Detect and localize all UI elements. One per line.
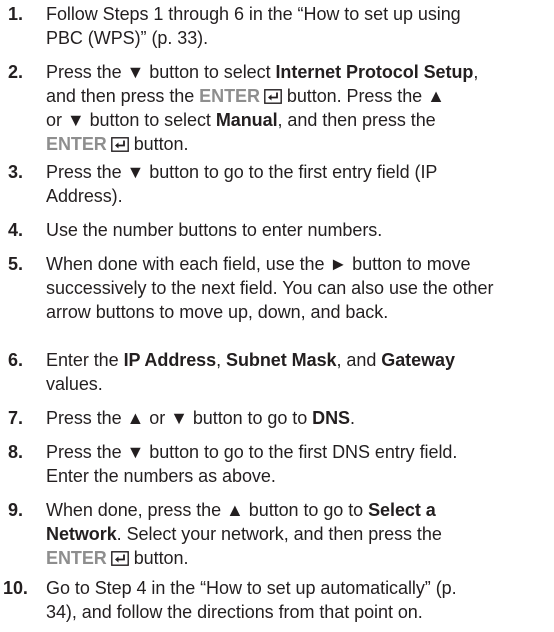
step-text: Use the number buttons to enter numbers. bbox=[46, 218, 548, 242]
step-item: 2. Press the ▼ button to select Internet… bbox=[0, 60, 548, 156]
text-run: . bbox=[349, 408, 355, 428]
step-item: 6. Enter the IP Address, Subnet Mask, an… bbox=[0, 348, 548, 396]
step-text: Press the ▼ button to go to the first en… bbox=[46, 160, 548, 208]
step-text-line: ENTER button. bbox=[46, 546, 548, 570]
enter-key-label: ENTER bbox=[199, 86, 260, 106]
step-item: 1. Follow Steps 1 through 6 in the “How … bbox=[0, 2, 548, 50]
step-text-line: Press the ▼ button to go to the first DN… bbox=[46, 440, 548, 464]
step-number: 4. bbox=[8, 220, 23, 240]
step-number: 10. bbox=[3, 578, 28, 598]
text-run: values. bbox=[46, 374, 103, 394]
step-text-line: arrow buttons to move up, down, and back… bbox=[46, 300, 548, 324]
step-text-line: When done, press the ▲ button to go to S… bbox=[46, 498, 548, 522]
text-run: Press the ▼ button to go to the first en… bbox=[46, 162, 438, 182]
text-run: Follow Steps 1 through 6 in the “How to … bbox=[46, 4, 461, 24]
bold-term: Select a bbox=[368, 500, 436, 520]
enter-key-icon bbox=[110, 137, 129, 152]
text-run: , bbox=[216, 350, 227, 370]
step-text-line: values. bbox=[46, 372, 548, 396]
enter-key-label: ENTER bbox=[46, 548, 107, 568]
step-item: 4. Use the number buttons to enter numbe… bbox=[0, 218, 548, 242]
text-run: Go to Step 4 in the “How to set up autom… bbox=[46, 578, 457, 598]
step-text-line: and then press the ENTER button. Press t… bbox=[46, 84, 548, 108]
bold-term: Subnet Mask bbox=[226, 350, 337, 370]
bold-term: DNS bbox=[312, 408, 350, 428]
text-run: Enter the numbers as above. bbox=[46, 466, 276, 486]
text-run: 34), and follow the directions from that… bbox=[46, 602, 423, 622]
text-run: . Select your network, and then press th… bbox=[116, 524, 442, 544]
step-text-line: When done with each field, use the ► but… bbox=[46, 252, 548, 276]
step-item: 10. Go to Step 4 in the “How to set up a… bbox=[0, 576, 548, 624]
step-text-line: Enter the numbers as above. bbox=[46, 464, 548, 488]
step-text: Go to Step 4 in the “How to set up autom… bbox=[46, 576, 548, 624]
step-item: 8. Press the ▼ button to go to the first… bbox=[0, 440, 548, 488]
step-text-line: Press the ▼ button to select Internet Pr… bbox=[46, 60, 548, 84]
step-text: Press the ▼ button to select Internet Pr… bbox=[46, 60, 548, 156]
step-text-line: Network. Select your network, and then p… bbox=[46, 522, 548, 546]
text-run: , and bbox=[336, 350, 382, 370]
step-text-line: Use the number buttons to enter numbers. bbox=[46, 218, 548, 242]
text-run: Press the ▼ button to select bbox=[46, 62, 276, 82]
step-text: When done, press the ▲ button to go to S… bbox=[46, 498, 548, 570]
text-run: , and then press the bbox=[277, 110, 436, 130]
bold-term: Network bbox=[46, 524, 117, 544]
step-text: When done with each field, use the ► but… bbox=[46, 252, 548, 324]
step-text: Press the ▲ or ▼ button to go to DNS. bbox=[46, 406, 548, 430]
text-run: or ▼ button to select bbox=[46, 110, 216, 130]
manual-page: 1. Follow Steps 1 through 6 in the “How … bbox=[0, 0, 554, 632]
step-text: Enter the IP Address, Subnet Mask, and G… bbox=[46, 348, 548, 396]
text-run: When done with each field, use the ► but… bbox=[46, 254, 471, 274]
step-item: 7. Press the ▲ or ▼ button to go to DNS. bbox=[0, 406, 548, 430]
text-run: button. Press the ▲ bbox=[281, 86, 445, 106]
text-run: button. bbox=[128, 134, 189, 154]
text-run: successively to the next field. You can … bbox=[46, 278, 494, 298]
step-number: 7. bbox=[8, 408, 23, 428]
step-number: 1. bbox=[8, 4, 23, 24]
text-run: Address). bbox=[46, 186, 123, 206]
step-item: 3. Press the ▼ button to go to the first… bbox=[0, 160, 548, 208]
text-run: arrow buttons to move up, down, and back… bbox=[46, 302, 389, 322]
text-run: , bbox=[473, 62, 479, 82]
step-number: 8. bbox=[8, 442, 23, 462]
enter-key-icon bbox=[264, 89, 282, 104]
step-text: Press the ▼ button to go to the first DN… bbox=[46, 440, 548, 488]
step-text-line: ENTER button. bbox=[46, 132, 548, 156]
bold-term: IP Address bbox=[123, 350, 217, 370]
bold-term: Internet Protocol Setup bbox=[275, 62, 474, 82]
enter-key-label: ENTER bbox=[46, 134, 107, 154]
step-text-line: Press the ▼ button to go to the first en… bbox=[46, 160, 548, 184]
bold-term: Gateway bbox=[381, 350, 455, 370]
bold-term: Manual bbox=[215, 110, 278, 130]
step-text-line: Enter the IP Address, Subnet Mask, and G… bbox=[46, 348, 548, 372]
text-run: button. bbox=[128, 548, 189, 568]
text-run: PBC (WPS)” (p. 33). bbox=[46, 28, 209, 48]
step-number: 6. bbox=[8, 350, 23, 370]
step-number: 9. bbox=[8, 500, 23, 520]
step-text-line: or ▼ button to select Manual, and then p… bbox=[46, 108, 548, 132]
step-text-line: Address). bbox=[46, 184, 548, 208]
step-text-line: PBC (WPS)” (p. 33). bbox=[46, 26, 548, 50]
step-text-line: Press the ▲ or ▼ button to go to DNS. bbox=[46, 406, 548, 430]
step-number: 5. bbox=[8, 254, 23, 274]
text-run: and then press the bbox=[46, 86, 200, 106]
text-run: Enter the bbox=[46, 350, 124, 370]
step-text-line: 34), and follow the directions from that… bbox=[46, 600, 548, 624]
step-text-line: successively to the next field. You can … bbox=[46, 276, 548, 300]
step-item: 5. When done with each field, use the ► … bbox=[0, 252, 548, 324]
text-run: Press the ▲ or ▼ button to go to bbox=[46, 408, 313, 428]
text-run: Use the number buttons to enter numbers. bbox=[46, 220, 383, 240]
step-text-line: Follow Steps 1 through 6 in the “How to … bbox=[46, 2, 548, 26]
text-run: When done, press the ▲ button to go to bbox=[46, 500, 369, 520]
step-number: 3. bbox=[8, 162, 23, 182]
text-run: Press the ▼ button to go to the first DN… bbox=[46, 442, 458, 462]
step-item: 9. When done, press the ▲ button to go t… bbox=[0, 498, 548, 570]
step-text: Follow Steps 1 through 6 in the “How to … bbox=[46, 2, 548, 50]
step-number: 2. bbox=[8, 62, 23, 82]
step-text-line: Go to Step 4 in the “How to set up autom… bbox=[46, 576, 548, 600]
enter-key-icon bbox=[110, 551, 129, 566]
